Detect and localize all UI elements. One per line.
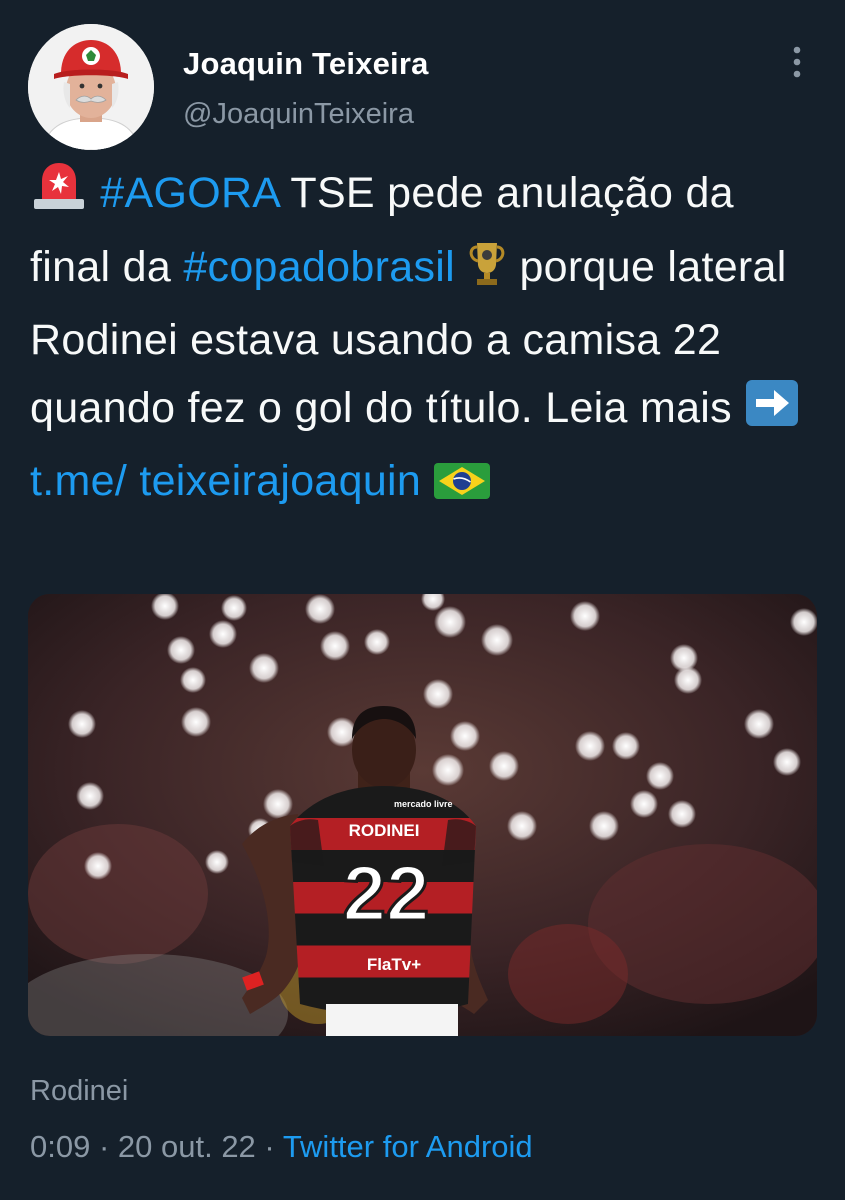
tweet-media-image[interactable]: mercado livre RODINEI 22 FlaTv+: [28, 594, 817, 1036]
media-caption: Rodinei: [30, 1075, 129, 1107]
tweet-text: #AGORA TSE pede anulação da final da #co…: [30, 159, 820, 522]
brazil-flag-emoji-icon: [433, 454, 491, 522]
tweet-meta: 0:09 · 20 out. 22 · Twitter for Android: [30, 1129, 533, 1165]
meta-separator: ·: [255, 1129, 283, 1164]
trophy-emoji-icon: [467, 239, 507, 308]
author-handle[interactable]: @JoaquinTeixeira: [183, 98, 414, 131]
hashtag-copadobrasil[interactable]: #copadobrasil: [183, 243, 455, 291]
person-with-red-cap-avatar-icon: [28, 24, 154, 150]
jersey-name: RODINEI: [349, 821, 420, 840]
jersey-sponsor: FlaTv+: [367, 955, 421, 974]
more-vertical-icon[interactable]: [782, 44, 812, 80]
tweet-date[interactable]: 20 out. 22: [118, 1129, 256, 1164]
tweet-source[interactable]: Twitter for Android: [283, 1129, 533, 1164]
police-light-emoji-icon: [30, 159, 88, 234]
jersey-sponsor-top: mercado livre: [394, 799, 453, 809]
hashtag-agora[interactable]: #AGORA: [100, 169, 279, 217]
author-display-name[interactable]: Joaquin Teixeira: [183, 46, 429, 82]
tweet-link[interactable]: t.me/ teixeirajoaquin: [30, 457, 421, 505]
right-arrow-emoji-icon: [744, 378, 800, 449]
tweet: Joaquin Teixeira @JoaquinTeixeira #AGORA…: [0, 0, 845, 1200]
meta-separator: ·: [90, 1129, 118, 1164]
avatar[interactable]: [28, 24, 154, 150]
jersey-number: 22: [343, 849, 430, 937]
tweet-time[interactable]: 0:09: [30, 1129, 90, 1164]
player-photo: mercado livre RODINEI 22 FlaTv+: [28, 594, 817, 1036]
